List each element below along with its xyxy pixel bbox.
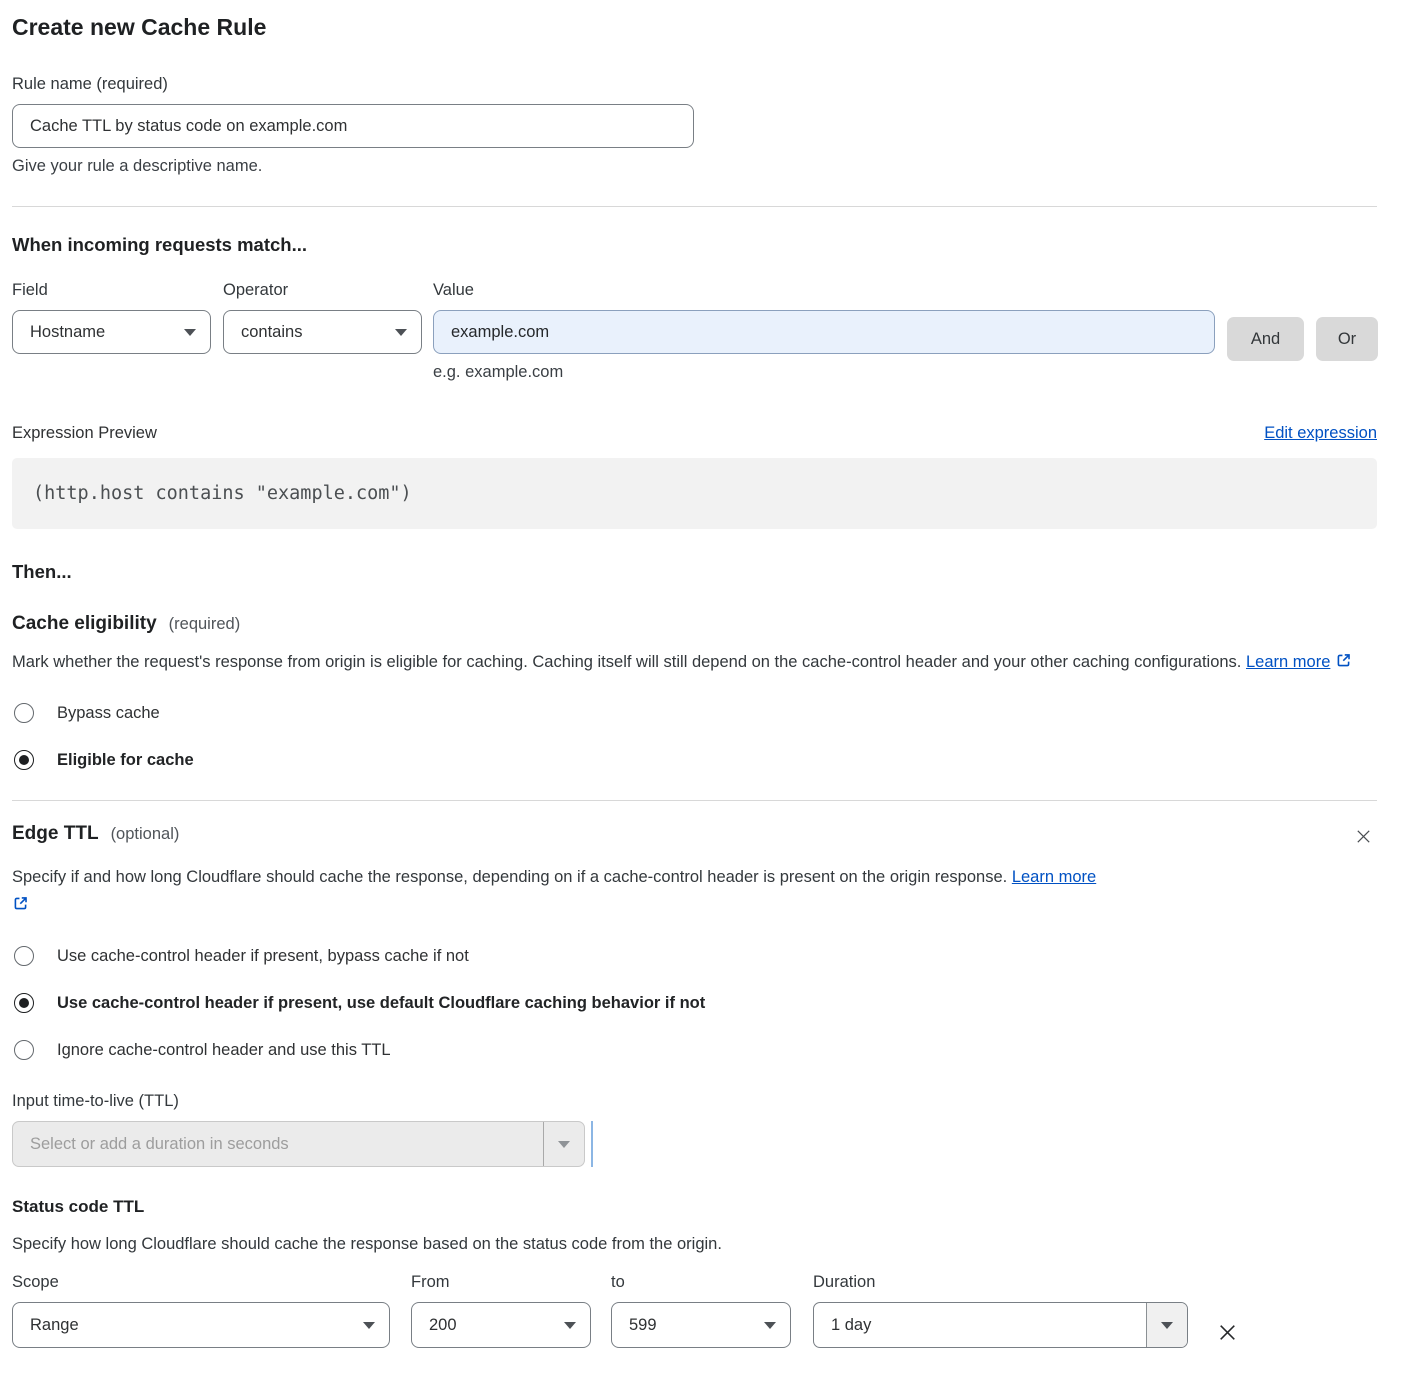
learn-more-link[interactable]: Learn more: [1246, 653, 1330, 671]
radio-button[interactable]: [14, 750, 34, 770]
chevron-down-icon: [395, 329, 407, 336]
operator-select[interactable]: contains: [223, 310, 422, 354]
cache-eligibility-heading: Cache eligibility: [12, 613, 157, 635]
operator-select-value: contains: [241, 323, 395, 342]
duration-select-arrow[interactable]: [1146, 1303, 1187, 1347]
cache-eligibility-description: Mark whether the request's response from…: [12, 648, 1377, 676]
operator-label: Operator: [223, 281, 433, 300]
edge-ttl-heading-row: Edge TTL (optional): [12, 823, 179, 845]
edge-ttl-heading: Edge TTL: [12, 823, 99, 845]
status-code-ttl-row: Scope Range From 200 to 599 Duration 1 d…: [12, 1273, 1377, 1355]
chevron-down-icon: [558, 1141, 570, 1148]
edge-ttl-description: Specify if and how long Cloudflare shoul…: [12, 863, 1117, 919]
and-button[interactable]: And: [1227, 317, 1304, 361]
close-icon: [1354, 827, 1373, 846]
create-cache-rule-form: Create new Cache Rule Rule name (require…: [0, 0, 1412, 1385]
description-text: Specify if and how long Cloudflare shoul…: [12, 868, 1007, 886]
delete-icon: [1216, 1321, 1239, 1344]
duration-label: Duration: [813, 1273, 1188, 1292]
chevron-down-icon: [764, 1322, 776, 1329]
duration-select[interactable]: 1 day: [813, 1302, 1188, 1348]
required-tag: (required): [169, 615, 241, 634]
to-label: to: [611, 1273, 813, 1292]
radio-label: Ignore cache-control header and use this…: [57, 1041, 391, 1060]
description-text: Mark whether the request's response from…: [12, 653, 1241, 671]
section-divider: [12, 800, 1377, 801]
radio-button[interactable]: [14, 993, 34, 1013]
edge-ttl-header: Edge TTL (optional): [12, 823, 1377, 850]
value-help: e.g. example.com: [433, 363, 1215, 382]
radio-button[interactable]: [14, 703, 34, 723]
edit-expression-link[interactable]: Edit expression: [1264, 424, 1377, 443]
scope-select[interactable]: Range: [12, 1302, 390, 1348]
spacer: [1304, 281, 1378, 317]
ttl-select-arrow[interactable]: [543, 1122, 584, 1166]
spacer: [1215, 281, 1304, 317]
radio-option-eligible-for-cache[interactable]: Eligible for cache: [12, 750, 1377, 770]
rule-name-label: Rule name (required): [12, 75, 1377, 94]
field-select-value: Hostname: [30, 323, 184, 342]
from-label: From: [411, 1273, 611, 1292]
duration-select-value: 1 day: [814, 1303, 1146, 1347]
or-button[interactable]: Or: [1316, 317, 1378, 361]
external-link-icon: [12, 895, 29, 912]
radio-option-ignore-header[interactable]: Ignore cache-control header and use this…: [12, 1040, 1377, 1060]
ttl-combo-wrap: Select or add a duration in seconds: [12, 1121, 1377, 1167]
expression-code: (http.host contains "example.com"): [33, 483, 412, 504]
optional-tag: (optional): [111, 825, 180, 844]
chevron-down-icon: [363, 1322, 375, 1329]
field-label: Field: [12, 281, 223, 300]
chevron-down-icon: [184, 329, 196, 336]
match-heading: When incoming requests match...: [12, 234, 1377, 256]
spacer: [1188, 1273, 1243, 1309]
scope-select-value: Range: [30, 1316, 363, 1335]
page-title: Create new Cache Rule: [12, 14, 1377, 41]
value-input[interactable]: [433, 310, 1215, 354]
radio-option-header-default[interactable]: Use cache-control header if present, use…: [12, 993, 1377, 1013]
ttl-select[interactable]: Select or add a duration in seconds: [12, 1121, 585, 1167]
radio-option-bypass-cache[interactable]: Bypass cache: [12, 703, 1377, 723]
to-select-value: 599: [629, 1316, 764, 1335]
scope-label: Scope: [12, 1273, 411, 1292]
value-label: Value: [433, 281, 1215, 300]
radio-label: Use cache-control header if present, use…: [57, 994, 705, 1013]
learn-more-link[interactable]: Learn more: [1012, 868, 1096, 886]
radio-label: Bypass cache: [57, 704, 160, 723]
section-divider: [12, 206, 1377, 207]
rule-name-input[interactable]: [12, 104, 694, 148]
status-code-ttl-heading: Status code TTL: [12, 1197, 1377, 1217]
chevron-down-icon: [1161, 1322, 1173, 1329]
from-select-value: 200: [429, 1316, 564, 1335]
radio-label: Eligible for cache: [57, 751, 194, 770]
from-select[interactable]: 200: [411, 1302, 591, 1348]
close-button[interactable]: [1350, 823, 1377, 850]
status-code-ttl-description: Specify how long Cloudflare should cache…: [12, 1230, 1377, 1258]
external-link-icon: [1335, 652, 1352, 669]
expression-preview-label: Expression Preview: [12, 424, 157, 443]
rule-name-help: Give your rule a descriptive name.: [12, 157, 1377, 176]
cache-eligibility-header: Cache eligibility (required): [12, 613, 1377, 635]
remove-status-ttl-button[interactable]: [1212, 1317, 1243, 1348]
ttl-label: Input time-to-live (TTL): [12, 1092, 1377, 1111]
to-select[interactable]: 599: [611, 1302, 791, 1348]
then-heading: Then...: [12, 561, 1377, 583]
text-cursor: [591, 1121, 593, 1167]
radio-option-header-bypass[interactable]: Use cache-control header if present, byp…: [12, 946, 1377, 966]
chevron-down-icon: [564, 1322, 576, 1329]
radio-button[interactable]: [14, 1040, 34, 1060]
radio-button[interactable]: [14, 946, 34, 966]
expression-preview-row: Expression Preview Edit expression: [12, 424, 1377, 443]
delete-row-wrap: [1212, 1309, 1243, 1355]
field-select[interactable]: Hostname: [12, 310, 211, 354]
expression-code-block: (http.host contains "example.com"): [12, 458, 1377, 529]
match-controls-row: Field Hostname Operator contains Value e…: [12, 281, 1377, 382]
radio-label: Use cache-control header if present, byp…: [57, 947, 469, 966]
ttl-select-placeholder: Select or add a duration in seconds: [13, 1122, 543, 1166]
